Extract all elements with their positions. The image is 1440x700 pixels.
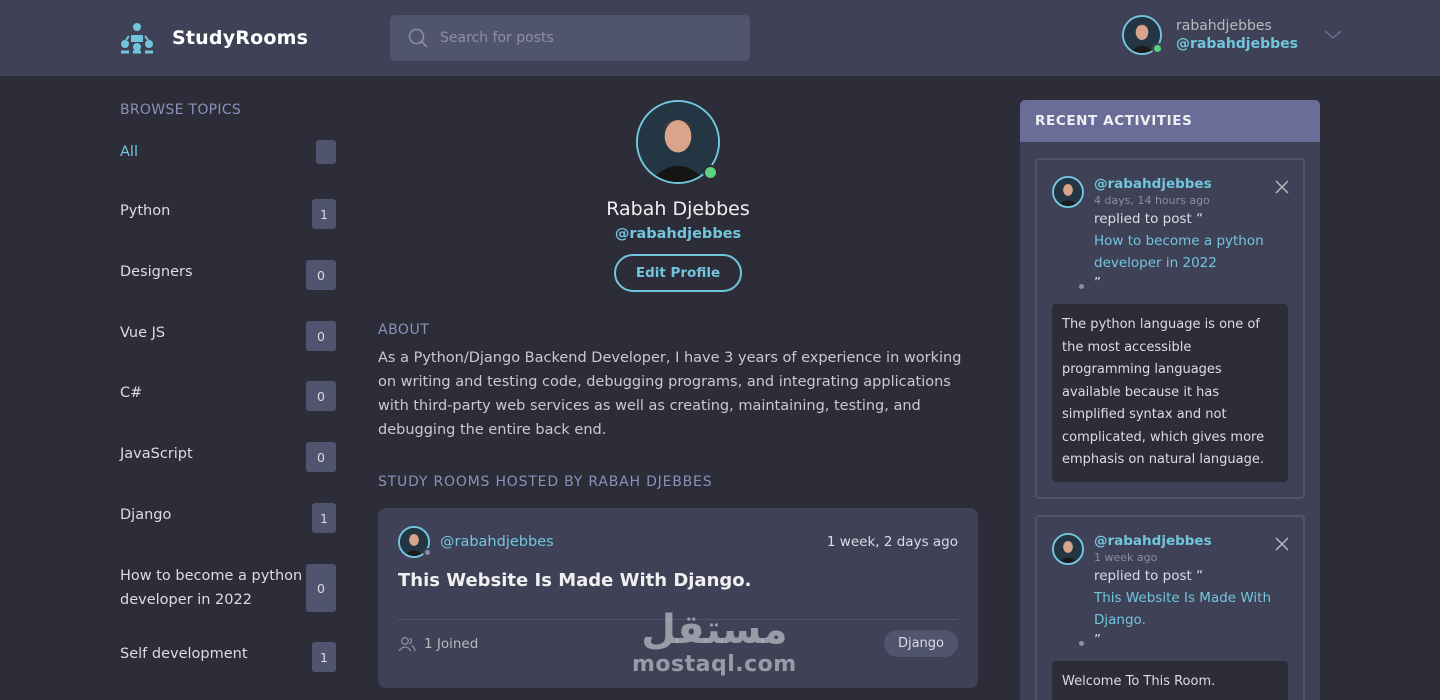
topic-count: 0 [306, 321, 336, 351]
activity-header: @rabahdjebbes 4 days, 14 hours ago repli… [1052, 176, 1288, 292]
activity-meta: @rabahdjebbes 1 week ago replied to post… [1094, 533, 1288, 649]
activity-meta: @rabahdjebbes 4 days, 14 hours ago repli… [1094, 176, 1288, 292]
topic-item-django[interactable]: Django 1 [120, 503, 336, 564]
room-host-handle[interactable]: @rabahdjebbes [440, 534, 554, 550]
topic-label: All [120, 144, 138, 160]
profile-handle: @rabahdjebbes [614, 226, 742, 242]
topic-item-all[interactable]: All [120, 140, 336, 199]
room-time: 1 week, 2 days ago [826, 534, 958, 550]
recent-activities-title: RECENT ACTIVITIES [1020, 100, 1320, 142]
online-status-dot [703, 165, 718, 180]
chevron-down-icon[interactable] [1324, 30, 1342, 40]
topic-count: 1 [312, 199, 336, 229]
user-info: rabahdjebbes @rabahdjebbes [1176, 17, 1298, 53]
joined-count: 1 Joined [424, 635, 479, 652]
activity-quote-end: ” [1094, 275, 1101, 291]
activity-card: @rabahdjebbes 4 days, 14 hours ago repli… [1035, 158, 1305, 499]
topic-count: 1 [312, 642, 336, 672]
topic-count: 0 [306, 260, 336, 290]
activity-action: replied to post “ [1094, 211, 1204, 227]
activity-card: @rabahdjebbes 1 week ago replied to post… [1035, 514, 1305, 700]
topic-item-python-2022[interactable]: How to become a python developer in 2022… [120, 564, 336, 642]
topic-item-designers[interactable]: Designers 0 [120, 260, 336, 321]
avatar-image [1052, 532, 1084, 565]
watermark-arabic: مستقل [641, 607, 788, 653]
topic-item-self-development[interactable]: Self development 1 [120, 642, 336, 682]
hosted-rooms-title: STUDY ROOMS HOSTED BY RABAH DJEBBES [378, 474, 713, 490]
brand-logo[interactable]: StudyRooms [120, 22, 308, 54]
close-icon[interactable] [1275, 536, 1289, 551]
topic-label: Self development [120, 646, 248, 662]
topic-label: Designers [120, 264, 193, 280]
profile-name: Rabah Djebbes [606, 198, 750, 220]
activity-quote-end: ” [1094, 631, 1101, 648]
activity-time: 4 days, 14 hours ago [1094, 194, 1210, 207]
brand-name: StudyRooms [172, 27, 309, 49]
watermark-latin: mostaql.com [632, 652, 797, 677]
activity-post-link[interactable]: This Website Is Made With Django. [1094, 587, 1288, 631]
activity-header: @rabahdjebbes 1 week ago replied to post… [1052, 532, 1288, 649]
watermark: مستقل mostaql.com [632, 608, 797, 678]
room-host[interactable]: @rabahdjebbes [398, 526, 554, 558]
search-bar[interactable] [390, 15, 750, 61]
profile-main: Rabah Djebbes @rabahdjebbes Edit Profile… [378, 100, 978, 688]
logo-icon [121, 23, 153, 54]
topic-count: 1 [312, 503, 336, 533]
about-title: ABOUT [378, 322, 430, 338]
browse-topics-title: BROWSE TOPICS [120, 102, 242, 118]
activity-time: 1 week ago [1094, 550, 1158, 564]
topics-sidebar: BROWSE TOPICS All Python 1 Designers 0 V… [120, 100, 336, 682]
topic-item-csharp[interactable]: C# 0 [120, 381, 336, 442]
topic-count [316, 140, 336, 164]
header-avatar[interactable] [1122, 15, 1163, 55]
activity-handle[interactable]: @rabahdjebbes [1094, 533, 1288, 550]
header-handle: @rabahdjebbes [1176, 36, 1298, 52]
status-dot [423, 548, 432, 557]
topic-item-javascript[interactable]: JavaScript 0 [120, 442, 336, 503]
topic-label: How to become a python developer in 2022 [120, 568, 303, 608]
activity-action: replied to post “ [1094, 567, 1204, 584]
edit-profile-button[interactable]: Edit Profile [614, 254, 742, 292]
topic-label: JavaScript [120, 446, 193, 462]
top-header: StudyRooms rabahdjebbes @rabahdjebbes [0, 0, 1440, 76]
activity-handle[interactable]: @rabahdjebbes [1094, 176, 1288, 193]
topic-count: 0 [306, 381, 336, 411]
topic-item-vue-js[interactable]: Vue JS 0 [120, 321, 336, 381]
topic-label: Python [120, 203, 171, 219]
topic-label: C# [120, 385, 143, 401]
online-status-dot [1152, 43, 1163, 54]
topic-label: Vue JS [120, 325, 166, 341]
search-icon [408, 28, 428, 48]
room-card-header: @rabahdjebbes 1 week, 2 days ago [398, 526, 958, 558]
room-title[interactable]: This Website Is Made With Django. [398, 570, 958, 591]
user-menu[interactable]: rabahdjebbes @rabahdjebbes [1122, 15, 1342, 55]
header-username: rabahdjebbes [1176, 18, 1272, 34]
room-host-avatar[interactable] [398, 526, 432, 558]
recent-activities-panel: RECENT ACTIVITIES @rabahdjebbes 4 days, … [1020, 100, 1320, 700]
avatar-image [1052, 176, 1084, 208]
activity-avatar[interactable] [1052, 176, 1086, 292]
search-input[interactable] [440, 30, 720, 46]
about-text: As a Python/Django Backend Developer, I … [378, 350, 962, 438]
activity-message: The python language is one of the most a… [1052, 304, 1288, 482]
topic-count: 0 [306, 564, 336, 612]
close-icon[interactable] [1275, 180, 1289, 194]
room-topic-tag[interactable]: Django [883, 630, 958, 657]
topic-count: 0 [306, 442, 336, 472]
status-dot [1077, 282, 1086, 291]
topic-label: Django [120, 507, 172, 523]
profile-header: Rabah Djebbes @rabahdjebbes Edit Profile [378, 100, 978, 292]
status-dot [1077, 638, 1086, 648]
activity-post-link[interactable]: How to become a python developer in 2022 [1094, 230, 1288, 274]
activity-message: Welcome To This Room. [1052, 660, 1288, 700]
users-icon [398, 636, 416, 651]
room-joined: 1 Joined [398, 636, 478, 652]
profile-avatar [636, 100, 720, 184]
activity-avatar[interactable] [1052, 532, 1086, 649]
topic-item-python[interactable]: Python 1 [120, 199, 336, 260]
